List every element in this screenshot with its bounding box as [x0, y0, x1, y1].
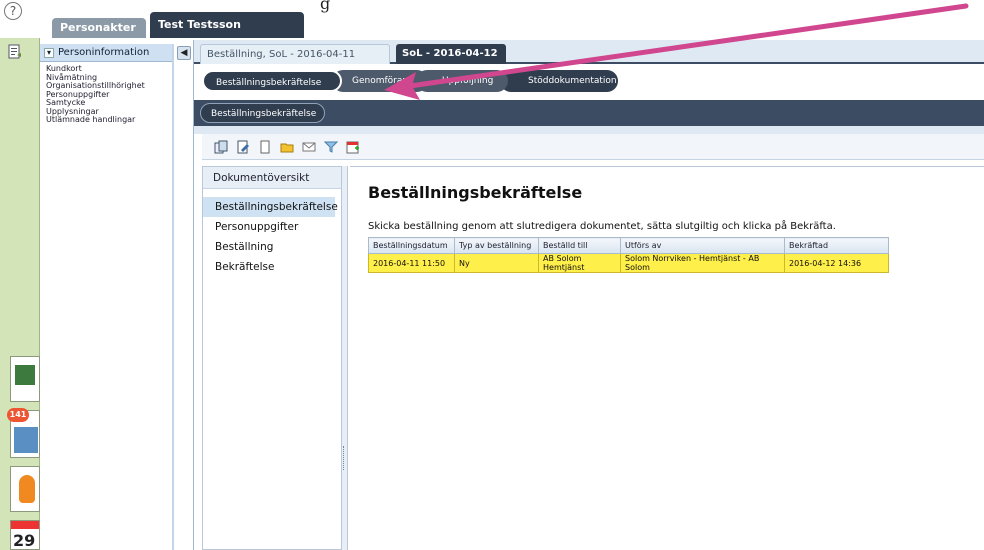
calendar-day: 29	[13, 531, 36, 550]
envelope-icon[interactable]	[302, 140, 316, 154]
document-overview-panel: Dokumentöversikt Beställningsbekräftelse…	[202, 166, 342, 550]
edit-document-icon[interactable]	[236, 140, 250, 154]
tab-sol[interactable]: SoL - 2016-04-12×	[396, 44, 506, 79]
column-header[interactable]: Bekräftad	[784, 237, 889, 254]
screen-icon	[15, 365, 35, 385]
table-row[interactable]: 2016-04-11 11:50 Ny AB Solom Hemtjänst S…	[368, 253, 889, 273]
tab-sol-label: SoL - 2016-04-12	[402, 48, 498, 59]
tab-bestallning[interactable]: Beställning, SoL - 2016-04-11 (läsläge)×	[200, 44, 390, 80]
table-cell: 2016-04-12 14:36	[784, 253, 889, 273]
panel-header[interactable]: ▾ Personinformation	[40, 44, 172, 62]
splitter-grip[interactable]	[343, 446, 346, 470]
doc-item-bestallning[interactable]: Beställning	[203, 237, 341, 257]
table-cell: Ny	[454, 253, 539, 273]
panel-header-label: Personinformation	[58, 47, 150, 58]
calendar-icon	[11, 521, 39, 529]
step-stoddokumentation[interactable]: Stöddokumentation	[500, 70, 618, 92]
document-icon[interactable]	[8, 44, 22, 60]
table-cell: AB Solom Hemtjänst	[538, 253, 621, 273]
column-header[interactable]: Utförs av	[620, 237, 785, 254]
document-content: Beställningsbekräftelse Skicka beställni…	[350, 166, 984, 550]
rail-widget-calendar[interactable]: 29	[10, 520, 40, 550]
nav-list: Kundkort Nivåmätning Organisationstillhö…	[40, 62, 172, 125]
folder-icon[interactable]	[280, 140, 294, 154]
top-caption-fragment: g	[320, 0, 331, 13]
table-cell: 2016-04-11 11:50	[368, 253, 455, 273]
document-overview-list: Beställningsbekräftelse Personuppgifter …	[203, 189, 341, 277]
doc-item-bestallningsbekraftelse[interactable]: Beställningsbekräftelse	[203, 197, 338, 217]
table-cell: Solom Norrviken - Hemtjänst - AB Solom	[620, 253, 785, 273]
person-icon	[19, 475, 35, 503]
inbox-icon	[14, 427, 38, 453]
process-flow: Stöddokumentation Uppföljning Genomföran…	[194, 64, 984, 100]
spacer	[194, 126, 984, 134]
top-bar: ? g Personakter× Test Testsson (20121212…	[0, 0, 984, 57]
tab-person[interactable]: Test Testsson (20121212-1212)✕	[150, 12, 304, 57]
column-header[interactable]: Typ av beställning	[454, 237, 539, 254]
chevron-down-icon[interactable]: ▾	[44, 48, 54, 58]
copy-icon[interactable]	[214, 140, 228, 154]
step-genomforande[interactable]: Genomföran	[332, 70, 428, 92]
document-toolbar	[202, 134, 984, 160]
document-heading: Beställningsbekräftelse	[368, 183, 583, 202]
rail-widget-screen[interactable]	[10, 356, 40, 402]
order-table: Beställningsdatum Typ av beställning Bes…	[368, 237, 889, 273]
tab-personakter-label: Personakter	[60, 21, 136, 34]
help-icon[interactable]: ?	[4, 2, 22, 20]
column-header[interactable]: Beställd till	[538, 237, 621, 254]
person-info-panel: ▾ Personinformation Kundkort Nivåmätning …	[40, 44, 174, 550]
filter-icon[interactable]	[324, 140, 338, 154]
doc-item-personuppgifter[interactable]: Personuppgifter	[203, 217, 341, 237]
collapse-panel-button[interactable]: ◀	[177, 46, 191, 60]
nav-item-utlamnade[interactable]: Utlämnade handlingar	[40, 115, 172, 125]
column-header[interactable]: Beställningsdatum	[368, 237, 455, 254]
document-instruction: Skicka beställning genom att slutrediger…	[368, 221, 836, 232]
table-header-row: Beställningsdatum Typ av beställning Bes…	[368, 237, 889, 254]
document-tabs: Beställning, SoL - 2016-04-11 (läsläge)×…	[194, 40, 984, 80]
main-area: Beställning, SoL - 2016-04-11 (läsläge)×…	[193, 40, 984, 550]
panel-splitter[interactable]	[342, 166, 348, 550]
substep-bestallningsbekraftelse[interactable]: Beställningsbekräftelse	[200, 103, 326, 123]
rail-widget-person[interactable]	[10, 466, 40, 512]
document-overview-title: Dokumentöversikt	[203, 167, 341, 189]
calendar-add-icon[interactable]	[346, 140, 360, 154]
notification-badge: 141	[7, 408, 29, 422]
step-uppfoljning[interactable]: Uppföljning	[416, 70, 508, 92]
tab-personakter[interactable]: Personakter×	[52, 18, 146, 55]
sub-flow: Beställningsbekräftelse	[194, 100, 984, 126]
step-bestallningsbekraftelse[interactable]: Beställningsbekräftelse	[202, 70, 342, 92]
doc-item-bekraftelse[interactable]: Bekräftelse	[203, 257, 341, 277]
page-icon[interactable]	[258, 140, 272, 154]
